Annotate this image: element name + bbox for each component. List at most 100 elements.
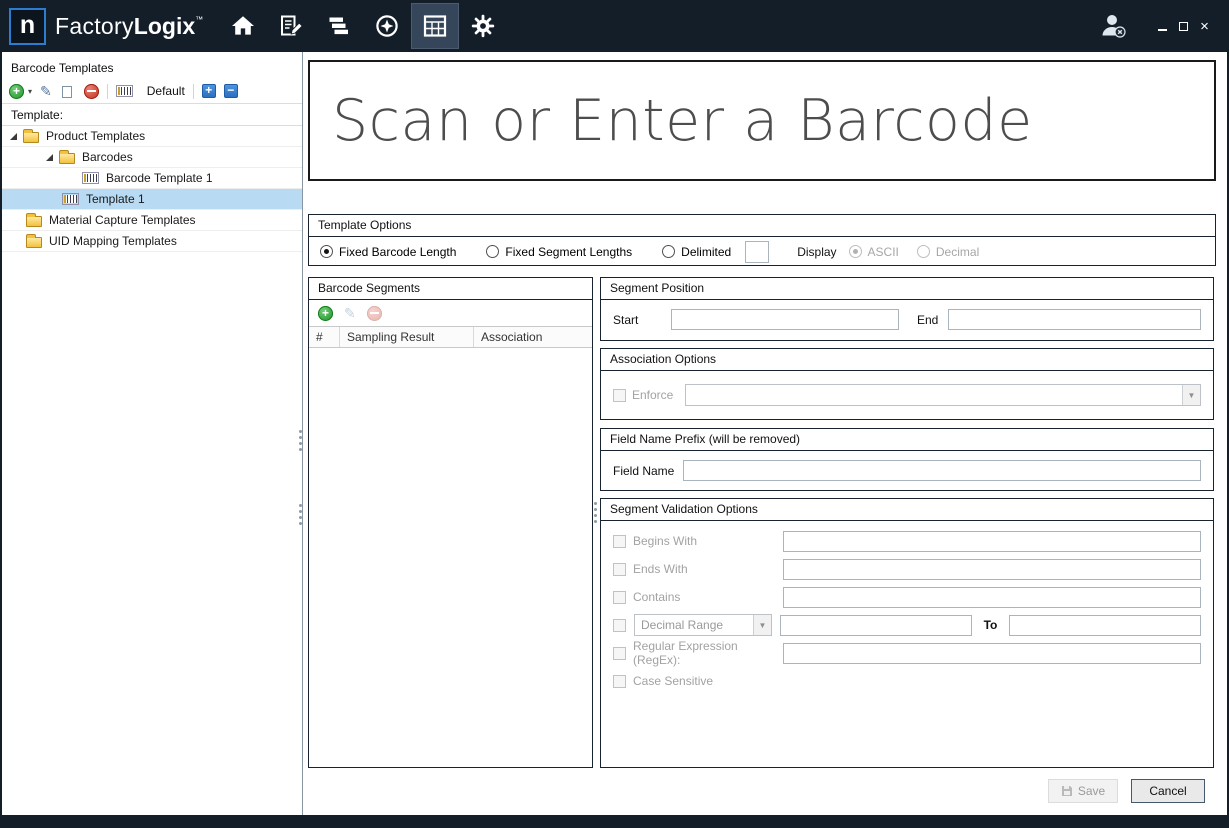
- tree-item-barcode-template-1[interactable]: Barcode Template 1: [2, 168, 302, 189]
- close-button[interactable]: ×: [1194, 16, 1215, 36]
- end-label: End: [917, 313, 938, 327]
- field-name-row: Field Name: [601, 451, 1213, 481]
- tree-item-uid-mapping-templates[interactable]: UID Mapping Templates: [2, 231, 302, 252]
- ends-with-checkbox[interactable]: [613, 563, 626, 576]
- radio-ascii[interactable]: [849, 245, 862, 258]
- save-button[interactable]: Save: [1048, 779, 1118, 803]
- template-tree: Product Templates Barcodes Barcode Templ…: [2, 126, 302, 252]
- group-title: Segment Validation Options: [601, 499, 1213, 521]
- to-label: To: [984, 618, 998, 632]
- column-header-number: #: [309, 327, 340, 347]
- begins-with-input[interactable]: [783, 531, 1201, 552]
- radio-label: Fixed Barcode Length: [339, 245, 456, 259]
- ends-with-row: Ends With: [601, 555, 1213, 583]
- tree-item-barcodes[interactable]: Barcodes: [2, 147, 302, 168]
- close-icon: ×: [1200, 19, 1209, 34]
- contains-input[interactable]: [783, 587, 1201, 608]
- edit-segment-button[interactable]: ✎: [344, 306, 356, 320]
- maximize-button[interactable]: [1173, 16, 1194, 36]
- start-label: Start: [613, 313, 671, 327]
- range-to-input[interactable]: [1009, 615, 1201, 636]
- tree-item-template-1-selected[interactable]: Template 1: [2, 189, 302, 210]
- tree-item-material-capture-templates[interactable]: Material Capture Templates: [2, 210, 302, 231]
- nav-production[interactable]: [363, 3, 411, 49]
- barcode-icon: [62, 193, 79, 205]
- tree-item-label: UID Mapping Templates: [49, 234, 177, 248]
- folder-icon: [23, 132, 39, 143]
- regex-checkbox[interactable]: [613, 647, 626, 660]
- minimize-icon: [1158, 29, 1167, 31]
- radio-fixed-barcode-length[interactable]: [320, 245, 333, 258]
- group-title: Template Options: [309, 215, 1215, 237]
- folder-icon: [26, 237, 42, 248]
- footer-actions: Save Cancel: [304, 779, 1227, 803]
- end-input[interactable]: [948, 309, 1201, 330]
- sidebar: Barcode Templates ▾ ✎ Default + − Templa…: [2, 52, 303, 815]
- barcode-scan-box[interactable]: Scan or Enter a Barcode: [308, 60, 1216, 181]
- association-options-group: Association Options Enforce ▼: [600, 348, 1214, 420]
- nav-documents[interactable]: [267, 3, 315, 49]
- radio-decimal[interactable]: [917, 245, 930, 258]
- segments-table-header: # Sampling Result Association: [309, 326, 592, 348]
- association-combobox[interactable]: ▼: [685, 384, 1201, 406]
- templates-grid-icon: [422, 13, 448, 39]
- tree-item-label: Barcodes: [82, 150, 133, 164]
- field-name-prefix-group: Field Name Prefix (will be removed) Fiel…: [600, 428, 1214, 491]
- delimiter-input[interactable]: [745, 241, 769, 263]
- range-row: Decimal Range ▼ To: [601, 611, 1213, 639]
- combobox-value: Decimal Range: [635, 615, 753, 635]
- radio-label: ASCII: [868, 245, 899, 259]
- chevron-down-icon[interactable]: ▼: [1182, 385, 1200, 405]
- tree-item-product-templates[interactable]: Product Templates: [2, 126, 302, 147]
- add-template-button[interactable]: [9, 84, 24, 99]
- toolbar-separator: [107, 84, 108, 99]
- nav-materials[interactable]: [315, 3, 363, 49]
- enforce-checkbox[interactable]: [613, 389, 626, 402]
- set-default-button[interactable]: Default: [147, 84, 185, 98]
- regex-input[interactable]: [783, 643, 1201, 664]
- radio-fixed-segment-lengths[interactable]: [486, 245, 499, 258]
- ends-with-input[interactable]: [783, 559, 1201, 580]
- remove-template-button[interactable]: [84, 84, 99, 99]
- scan-prompt: Scan or Enter a Barcode: [332, 88, 1033, 154]
- title-bar: n FactoryLogix™: [0, 0, 1229, 52]
- case-sensitive-checkbox[interactable]: [613, 675, 626, 688]
- radio-delimited[interactable]: [662, 245, 675, 258]
- copy-template-button[interactable]: [62, 86, 72, 98]
- trademark: ™: [195, 15, 203, 24]
- nav-templates[interactable]: [411, 3, 459, 49]
- case-sensitive-row: Case Sensitive: [601, 667, 1213, 695]
- user-account-button[interactable]: [1098, 12, 1128, 40]
- sidebar-toolbar: ▾ ✎ Default + −: [2, 79, 302, 104]
- segment-validation-group: Segment Validation Options Begins With E…: [600, 498, 1214, 768]
- cancel-button[interactable]: Cancel: [1131, 779, 1205, 803]
- main-nav: [219, 0, 507, 52]
- range-checkbox[interactable]: [613, 619, 626, 632]
- minimize-button[interactable]: [1152, 16, 1173, 36]
- enforce-label: Enforce: [632, 388, 673, 402]
- add-template-dropdown-caret[interactable]: ▾: [28, 87, 32, 96]
- expand-all-button[interactable]: +: [202, 84, 216, 98]
- field-name-input[interactable]: [683, 460, 1201, 481]
- contains-checkbox[interactable]: [613, 591, 626, 604]
- add-segment-button[interactable]: [318, 306, 333, 321]
- nav-settings[interactable]: [459, 3, 507, 49]
- chevron-down-icon[interactable]: ▼: [753, 615, 771, 635]
- edit-template-button[interactable]: ✎: [40, 84, 52, 98]
- expander-icon[interactable]: [10, 133, 17, 140]
- association-row: Enforce ▼: [601, 371, 1213, 406]
- sidebar-splitter[interactable]: [299, 430, 302, 451]
- collapse-all-button[interactable]: −: [224, 84, 238, 98]
- range-from-input[interactable]: [780, 615, 972, 636]
- remove-segment-button[interactable]: [367, 306, 382, 321]
- segments-splitter[interactable]: [594, 502, 597, 523]
- expander-icon[interactable]: [46, 154, 53, 161]
- sidebar-splitter[interactable]: [299, 504, 302, 525]
- start-input[interactable]: [671, 309, 899, 330]
- nav-home[interactable]: [219, 3, 267, 49]
- template-options-group: Template Options Fixed Barcode Length Fi…: [308, 214, 1216, 266]
- save-button-label: Save: [1078, 784, 1105, 798]
- begins-with-checkbox[interactable]: [613, 535, 626, 548]
- range-type-combobox[interactable]: Decimal Range ▼: [634, 614, 772, 636]
- folder-icon: [59, 153, 75, 164]
